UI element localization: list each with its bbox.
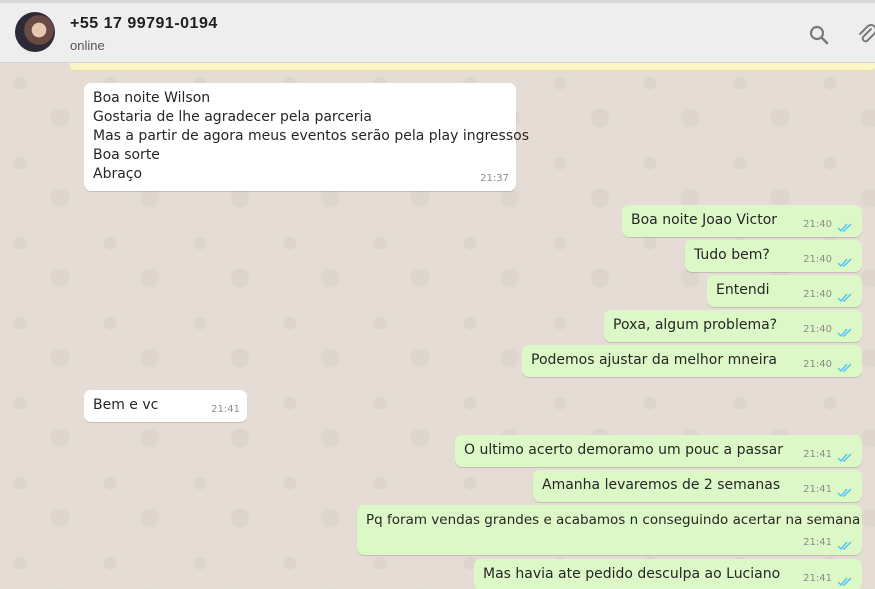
read-ticks-icon <box>837 577 852 587</box>
message-time: 21:37 <box>480 173 509 184</box>
message-time: 21:41 <box>803 449 832 460</box>
message-time: 21:41 <box>803 537 832 548</box>
contact-name[interactable]: +55 17 99791-0194 <box>70 15 218 33</box>
read-ticks-icon <box>837 293 852 303</box>
encryption-notice-strip <box>70 63 875 71</box>
read-ticks-icon <box>837 258 852 268</box>
message-time: 21:40 <box>803 359 832 370</box>
message-text: Pq foram vendas grandes e acabamos n con… <box>366 512 861 528</box>
message-text: Entendi <box>716 282 770 298</box>
message-time: 21:40 <box>803 219 832 230</box>
message-time: 21:41 <box>803 573 832 584</box>
message-text: Tudo bem? <box>694 247 770 263</box>
message-text: Boa noite Wilson Gostaria de lhe agradec… <box>93 90 529 182</box>
message-text: Amanha levaremos de 2 semanas <box>542 477 781 493</box>
message-text: Bem e vc <box>93 397 159 413</box>
message-bubble-outgoing[interactable]: Amanha levaremos de 2 semanas 21:41 <box>533 470 862 502</box>
message-text: Poxa, algum problema? <box>613 317 778 333</box>
message-time: 21:40 <box>803 254 832 265</box>
message-bubble-outgoing[interactable]: Pq foram vendas grandes e acabamos n con… <box>357 505 862 555</box>
message-text: O ultimo acerto demoramo um pouc a passa… <box>464 442 783 458</box>
message-time: 21:40 <box>803 324 832 335</box>
message-bubble-outgoing[interactable]: Tudo bem? 21:40 <box>685 240 862 272</box>
message-bubble-outgoing[interactable]: Entendi 21:40 <box>707 275 862 307</box>
read-ticks-icon <box>837 328 852 338</box>
message-bubble-outgoing[interactable]: Podemos ajustar da melhor mneira 21:40 <box>522 345 862 377</box>
message-time: 21:40 <box>803 289 832 300</box>
search-icon[interactable] <box>807 23 831 47</box>
contact-avatar[interactable] <box>15 12 55 52</box>
message-bubble-outgoing[interactable]: Boa noite Joao Victor 21:40 <box>622 205 862 237</box>
read-ticks-icon <box>837 541 852 551</box>
message-list[interactable]: Boa noite Wilson Gostaria de lhe agradec… <box>0 63 875 589</box>
message-time: 21:41 <box>803 484 832 495</box>
contact-status: online <box>70 38 105 53</box>
message-time: 21:41 <box>211 404 240 415</box>
message-text: Boa noite Joao Victor <box>631 212 778 228</box>
message-bubble-outgoing[interactable]: Poxa, algum problema? 21:40 <box>604 310 862 342</box>
message-bubble-incoming[interactable]: Boa noite Wilson Gostaria de lhe agradec… <box>84 83 529 191</box>
read-ticks-icon <box>837 363 852 373</box>
message-bubble-outgoing[interactable]: O ultimo acerto demoramo um pouc a passa… <box>455 435 862 467</box>
attach-icon[interactable] <box>855 23 875 47</box>
message-bubble-incoming[interactable]: Bem e vc 21:41 <box>84 390 247 422</box>
read-ticks-icon <box>837 223 852 233</box>
message-text: Podemos ajustar da melhor mneira <box>531 352 777 368</box>
message-bubble-outgoing[interactable]: Mas havia ate pedido desculpa ao Luciano… <box>474 559 862 589</box>
chat-header: +55 17 99791-0194 online <box>0 0 875 63</box>
message-text: Mas havia ate pedido desculpa ao Luciano <box>483 566 781 582</box>
read-ticks-icon <box>837 488 852 498</box>
read-ticks-icon <box>837 453 852 463</box>
